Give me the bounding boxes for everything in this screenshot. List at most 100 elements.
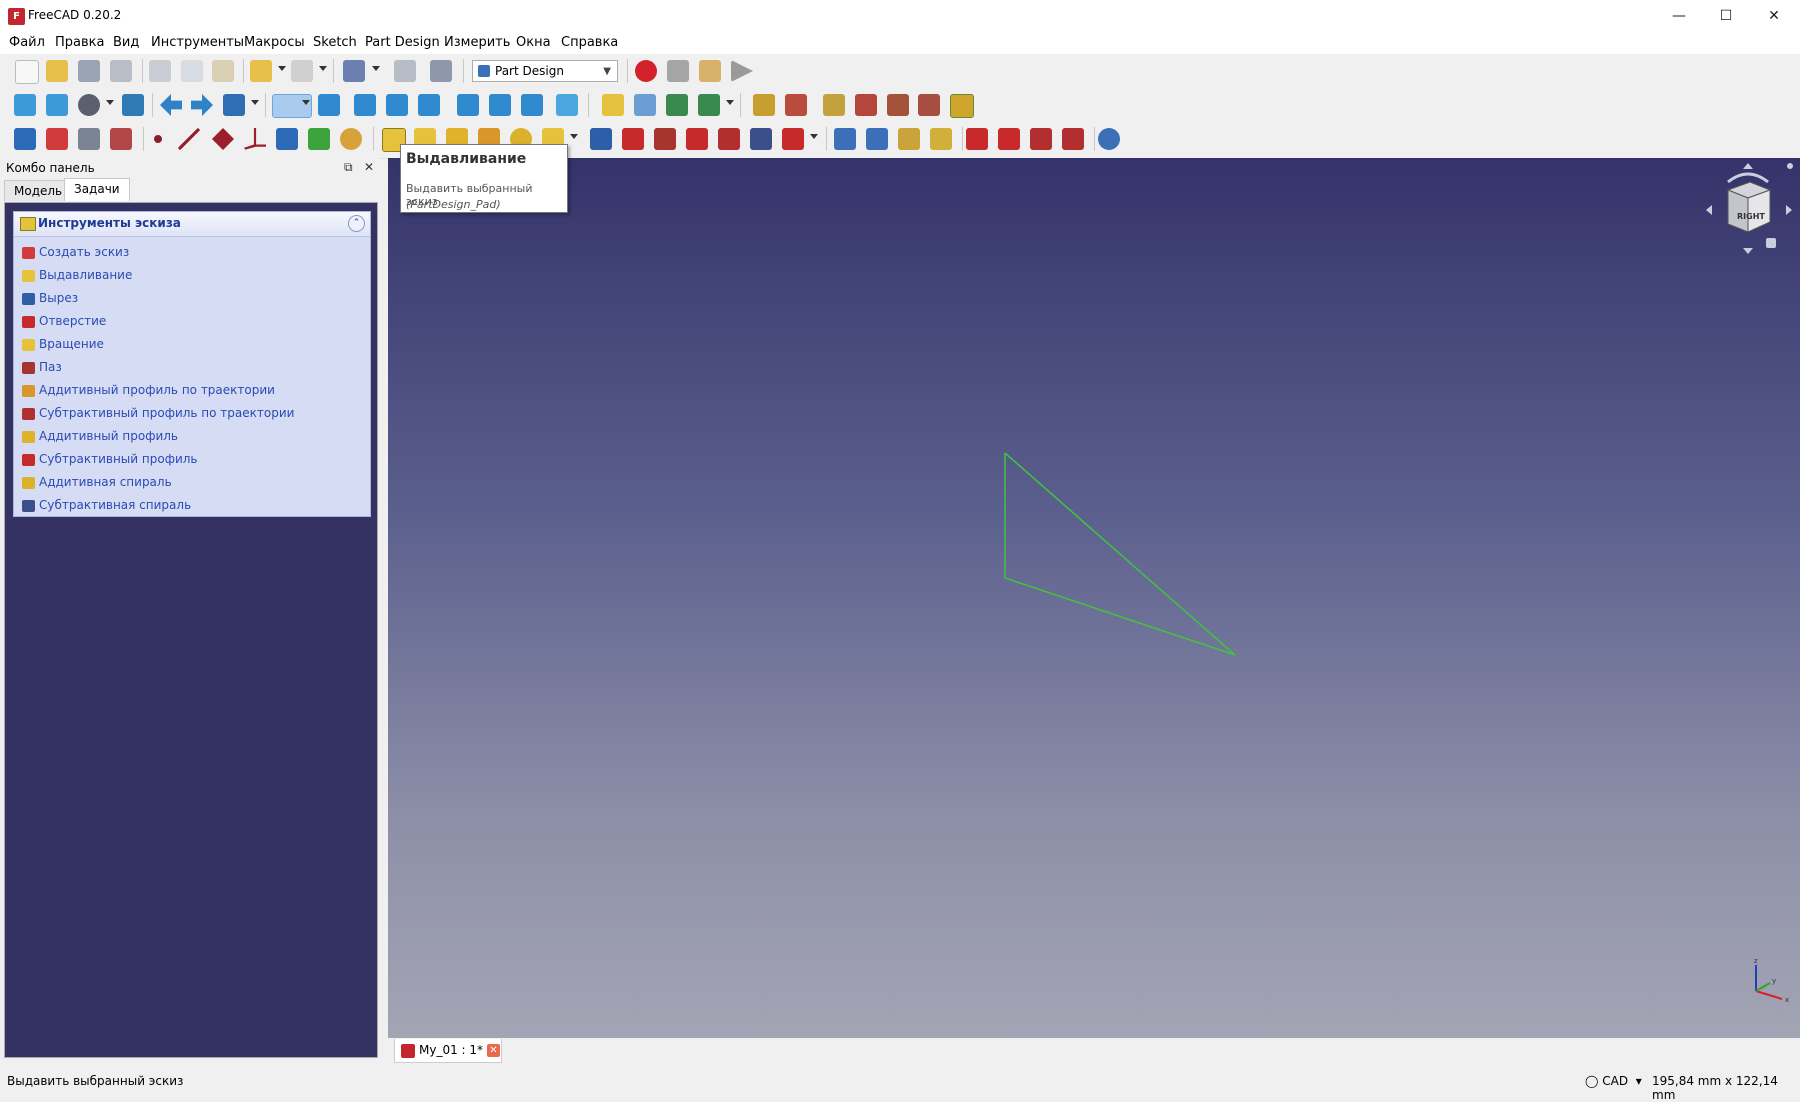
undo-dropdown-icon[interactable] bbox=[278, 66, 286, 71]
menu-view[interactable]: Вид bbox=[113, 35, 139, 50]
menu-tools[interactable]: Инструменты bbox=[151, 35, 244, 50]
measure-toggle-all-icon[interactable] bbox=[950, 94, 974, 118]
validate-sketch-icon[interactable] bbox=[78, 128, 100, 150]
tab-model[interactable]: Модель bbox=[4, 180, 73, 201]
subtractive-pipe-icon[interactable] bbox=[718, 128, 740, 150]
cube-right-face[interactable] bbox=[1747, 189, 1771, 233]
create-body-icon[interactable] bbox=[14, 128, 36, 150]
document-tab[interactable]: My_01 : 1* ✕ bbox=[394, 1039, 502, 1063]
sketch-triangle[interactable] bbox=[1004, 452, 1236, 656]
bounding-box-icon[interactable] bbox=[122, 94, 144, 116]
cube-arrow-down-icon[interactable] bbox=[1743, 248, 1753, 254]
macro-editor-icon[interactable] bbox=[699, 60, 721, 82]
refresh-check-icon[interactable] bbox=[343, 60, 365, 82]
subtractive-helix-icon[interactable] bbox=[750, 128, 772, 150]
pocket-icon[interactable] bbox=[590, 128, 612, 150]
menu-sketch[interactable]: Sketch bbox=[313, 35, 357, 50]
stop-macro-icon[interactable] bbox=[667, 60, 689, 82]
sub-shape-binder-icon[interactable] bbox=[308, 128, 330, 150]
right-view-icon[interactable] bbox=[418, 94, 440, 116]
menu-file[interactable]: Файл bbox=[9, 35, 45, 50]
menu-measure[interactable]: Измерить bbox=[444, 35, 510, 50]
subtractive-primitive-dropdown-icon[interactable] bbox=[810, 134, 818, 139]
chamfer-icon[interactable] bbox=[998, 128, 1020, 150]
3d-viewport[interactable] bbox=[388, 158, 1800, 1038]
back-arrow-icon[interactable] bbox=[160, 94, 182, 116]
isometric-view-icon[interactable] bbox=[318, 94, 340, 116]
whats-this-icon[interactable] bbox=[430, 60, 452, 82]
navigation-cube[interactable]: RIGHT bbox=[1700, 160, 1796, 260]
measure-distance-icon[interactable] bbox=[556, 94, 578, 116]
rotate-left-arrow-icon[interactable] bbox=[1727, 172, 1769, 184]
measure-linear-icon[interactable] bbox=[753, 94, 775, 116]
cube-view-menu-icon[interactable] bbox=[1766, 238, 1776, 248]
print-icon[interactable] bbox=[110, 60, 132, 82]
cube-front-face[interactable] bbox=[1727, 189, 1749, 233]
measure-clear-icon[interactable] bbox=[855, 94, 877, 116]
cube-menu-icon[interactable] bbox=[1787, 163, 1793, 169]
draw-style-icon[interactable] bbox=[78, 94, 100, 116]
undo-icon[interactable] bbox=[250, 60, 272, 82]
cut-icon[interactable] bbox=[149, 60, 171, 82]
cube-arrow-up-icon[interactable] bbox=[1743, 163, 1753, 169]
taskbox-header[interactable]: Инструменты эскиза ⌃ bbox=[14, 212, 370, 237]
save-icon[interactable] bbox=[78, 60, 100, 82]
bottom-view-icon[interactable] bbox=[489, 94, 511, 116]
subtractive-primitive-icon[interactable] bbox=[782, 128, 804, 150]
shape-binder-icon[interactable] bbox=[276, 128, 298, 150]
copy-icon[interactable] bbox=[181, 60, 203, 82]
redo-icon[interactable] bbox=[291, 60, 313, 82]
top-view-icon[interactable] bbox=[386, 94, 408, 116]
measure-refresh-icon[interactable] bbox=[823, 94, 845, 116]
close-panel-icon[interactable]: ✕ bbox=[364, 160, 374, 174]
create-part-icon[interactable] bbox=[602, 94, 624, 116]
workbench-selector[interactable]: Part Design ▼ bbox=[472, 60, 618, 82]
cube-arrow-left-icon[interactable] bbox=[1706, 205, 1712, 215]
datum-plane-icon[interactable] bbox=[212, 128, 234, 150]
menu-windows[interactable]: Окна bbox=[516, 35, 551, 50]
execute-macro-icon[interactable] bbox=[731, 60, 753, 82]
measure-angular-icon[interactable] bbox=[785, 94, 807, 116]
shape-binder-icon[interactable] bbox=[110, 128, 132, 150]
fit-all-icon[interactable] bbox=[14, 94, 36, 116]
menu-part-design[interactable]: Part Design bbox=[365, 35, 440, 50]
thickness-icon[interactable] bbox=[1062, 128, 1084, 150]
zoom-mode-icon[interactable] bbox=[272, 94, 312, 118]
create-group-icon[interactable] bbox=[634, 94, 656, 116]
groove-icon[interactable] bbox=[654, 128, 676, 150]
undock-icon[interactable]: ⧉ bbox=[344, 160, 353, 175]
boolean-icon[interactable] bbox=[1098, 128, 1120, 150]
close-window-button[interactable]: ✕ bbox=[1751, 0, 1797, 32]
minimize-button[interactable]: — bbox=[1656, 0, 1702, 32]
clone-icon[interactable] bbox=[340, 128, 362, 150]
additive-primitive-dropdown-icon[interactable] bbox=[570, 134, 578, 139]
menu-macro[interactable]: Макросы bbox=[244, 35, 305, 50]
measure-toggle-delta-icon[interactable] bbox=[918, 94, 940, 116]
navigation-style-selector[interactable]: ◯ CAD ▾ bbox=[1585, 1074, 1642, 1088]
subtractive-loft-icon[interactable] bbox=[686, 128, 708, 150]
measure-toggle-3d-icon[interactable] bbox=[887, 94, 909, 116]
multi-transform-icon[interactable] bbox=[930, 128, 952, 150]
local-coordinate-system-icon[interactable] bbox=[244, 128, 266, 150]
datum-line-icon[interactable] bbox=[178, 128, 200, 150]
draft-icon[interactable] bbox=[1030, 128, 1052, 150]
sync-dropdown-icon[interactable] bbox=[251, 100, 259, 105]
hole-icon[interactable] bbox=[622, 128, 644, 150]
new-document-icon[interactable] bbox=[15, 60, 39, 84]
menu-help[interactable]: Справка bbox=[561, 35, 618, 50]
polar-pattern-icon[interactable] bbox=[898, 128, 920, 150]
check-dropdown-icon[interactable] bbox=[372, 66, 380, 71]
tab-tasks[interactable]: Задачи bbox=[64, 178, 130, 201]
make-link-icon[interactable] bbox=[666, 94, 688, 116]
collapse-icon[interactable]: ⌃ bbox=[348, 215, 365, 232]
linear-pattern-icon[interactable] bbox=[866, 128, 888, 150]
maximize-button[interactable]: ☐ bbox=[1703, 0, 1749, 32]
close-tab-icon[interactable]: ✕ bbox=[487, 1044, 500, 1057]
redo-dropdown-icon[interactable] bbox=[319, 66, 327, 71]
paste-icon[interactable] bbox=[212, 60, 234, 82]
rear-view-icon[interactable] bbox=[457, 94, 479, 116]
forward-arrow-icon[interactable] bbox=[191, 94, 213, 116]
link-actions-icon[interactable] bbox=[698, 94, 720, 116]
mirrored-icon[interactable] bbox=[834, 128, 856, 150]
fillet-icon[interactable] bbox=[966, 128, 988, 150]
